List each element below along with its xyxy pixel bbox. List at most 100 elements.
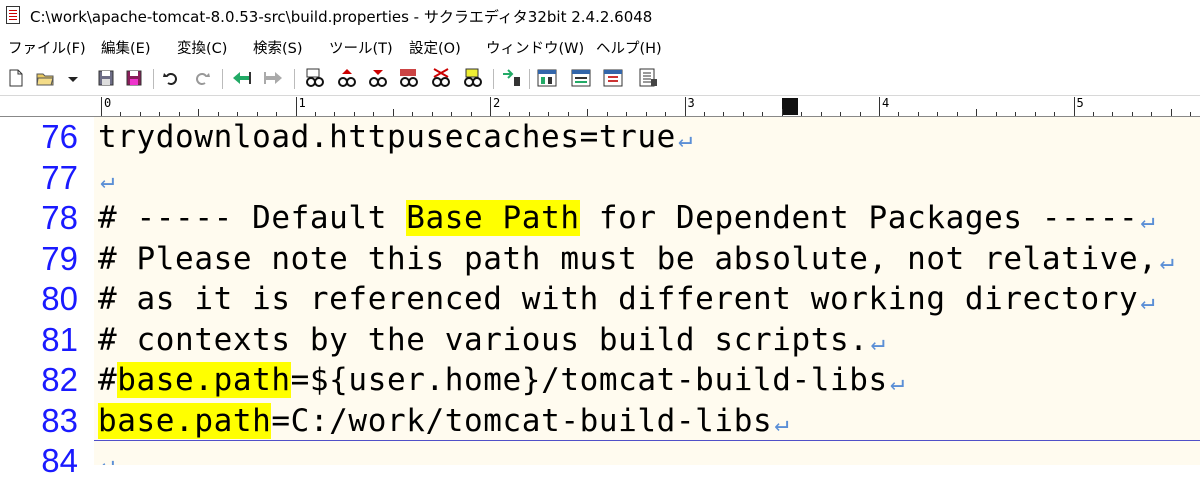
line-number[interactable]: 82 (0, 360, 78, 400)
menu-tools[interactable]: ツール(T) (329, 37, 393, 58)
menu-search[interactable]: 検索(S) (253, 37, 303, 58)
ruler-tick (587, 109, 589, 116)
grep-icon[interactable] (398, 68, 420, 88)
ruler-tick (178, 112, 180, 116)
text-segment: =${user.home}/tomcat-build-libs (290, 362, 888, 398)
window-list-icon[interactable] (637, 68, 659, 88)
text-line[interactable]: #base.path=${user.home}/tomcat-build-lib… (98, 360, 905, 400)
text-line[interactable]: ↵ (98, 441, 115, 465)
open-folder-icon[interactable] (36, 68, 54, 88)
line-number[interactable]: 78 (0, 198, 78, 238)
editor-text-area[interactable]: trydownload.httpusecaches=true↵ ↵ # ----- … (94, 117, 1200, 465)
toolbar-separator (294, 69, 295, 89)
toolbar-separator (153, 69, 154, 89)
new-file-icon[interactable] (7, 68, 25, 88)
search-highlight: base.path (98, 402, 272, 439)
ruler-tick (1054, 112, 1056, 116)
ruler-tick (665, 112, 667, 116)
ruler-tick (723, 112, 725, 116)
ruler-tick (859, 112, 861, 116)
toolbar (0, 62, 1200, 96)
ruler-tick (995, 112, 997, 116)
ruler-tick (879, 97, 880, 116)
line-number[interactable]: 84 (0, 441, 78, 481)
save-all-icon[interactable] (125, 68, 143, 88)
line-number[interactable]: 83 (0, 401, 78, 441)
line-break-mark: ↵ (889, 368, 905, 396)
compare-icon[interactable] (536, 68, 558, 88)
line-number[interactable]: 76 (0, 117, 78, 157)
line-break-mark: ↵ (1140, 287, 1156, 315)
ruler-tick (412, 112, 414, 116)
line-number-gutter[interactable]: 76 77 78 79 80 81 82 83 84 (0, 117, 92, 479)
menu-window[interactable]: ウィンドウ(W) (486, 37, 584, 58)
ruler-tick (470, 112, 472, 116)
common-settings-icon[interactable] (602, 68, 624, 88)
text-line[interactable]: # as it is referenced with different wor… (98, 279, 1155, 319)
text-line[interactable]: # ----- Default Base Path for Dependent … (98, 198, 1155, 238)
search-next-icon[interactable] (367, 68, 389, 88)
ruler-tick (509, 112, 511, 116)
ruler-tick (1015, 112, 1017, 116)
outline-icon[interactable] (501, 68, 523, 88)
column-ruler[interactable]: 0 1 2 3 4 5 (98, 96, 1200, 117)
ruler-label: 2 (493, 96, 501, 110)
text-line[interactable]: base.path=C:/work/tomcat-build-libs↵ (98, 401, 789, 441)
search-icon[interactable] (304, 68, 326, 88)
undo-icon[interactable] (162, 68, 180, 88)
search-previous-icon[interactable] (336, 68, 358, 88)
text-line[interactable]: # Please note this path must be absolute… (98, 239, 1175, 279)
ruler-tick (820, 112, 822, 116)
menu-settings[interactable]: 設定(O) (409, 37, 461, 58)
line-number[interactable]: 80 (0, 279, 78, 319)
ruler-tick (1112, 112, 1114, 116)
line-break-mark: ↵ (870, 327, 886, 356)
menu-convert[interactable]: 変換(C) (177, 37, 227, 58)
save-icon[interactable] (97, 68, 115, 88)
ruler-tick (528, 112, 530, 116)
ruler-tick (1073, 97, 1075, 116)
jump-forward-icon[interactable] (262, 68, 284, 88)
text-segment: # as it is referenced with different wor… (98, 281, 1139, 317)
text-line[interactable]: trydownload.httpusecaches=true↵ (98, 117, 693, 157)
text-segment: for Dependent Packages ----- (579, 200, 1139, 236)
text-segment: # Please note this path must be absolute… (98, 240, 1158, 277)
menu-file[interactable]: ファイル(F) (8, 37, 86, 58)
ruler-label: 4 (882, 96, 890, 110)
ruler-tick (295, 97, 297, 116)
ruler-tick (976, 109, 978, 116)
ruler-tick (1151, 112, 1153, 116)
menu-edit[interactable]: 編集(E) (101, 37, 150, 58)
sakura-editor-app-icon[interactable] (6, 6, 20, 24)
ruler-corner (0, 96, 98, 117)
line-number[interactable]: 81 (0, 320, 78, 360)
ruler-tick (431, 112, 433, 116)
type-settings-icon[interactable] (570, 68, 592, 88)
ruler-tick (353, 112, 355, 116)
ruler-tick (120, 112, 122, 116)
dropdown-arrow-icon[interactable] (66, 68, 80, 88)
text-line[interactable]: ↵ (98, 158, 115, 198)
ruler-tick (684, 97, 686, 116)
ruler-label: 5 (1076, 96, 1084, 110)
ruler-label: 0 (104, 96, 112, 110)
toolbar-separator (493, 69, 494, 89)
ruler-tick (937, 112, 939, 116)
ruler-tick (548, 112, 550, 116)
line-number[interactable]: 79 (0, 239, 78, 279)
line-number[interactable]: 77 (0, 158, 78, 198)
ruler-tick (801, 112, 803, 116)
text-segment: # (98, 362, 118, 398)
jump-back-icon[interactable] (231, 68, 253, 88)
text-line[interactable]: # contexts by the various build scripts.… (98, 320, 886, 360)
search-highlight: Base Path (406, 200, 580, 236)
text-segment: trydownload.httpusecaches=true (98, 119, 676, 155)
menu-help[interactable]: ヘルプ(H) (596, 37, 662, 58)
bookmark-search-icon[interactable] (462, 68, 484, 88)
toolbar-separator (529, 69, 530, 89)
ruler-tick (606, 112, 608, 116)
text-segment: =C:/work/tomcat-build-libs (271, 402, 773, 439)
ruler-tick (451, 112, 453, 116)
replace-icon[interactable] (430, 68, 452, 88)
redo-icon[interactable] (193, 68, 211, 88)
